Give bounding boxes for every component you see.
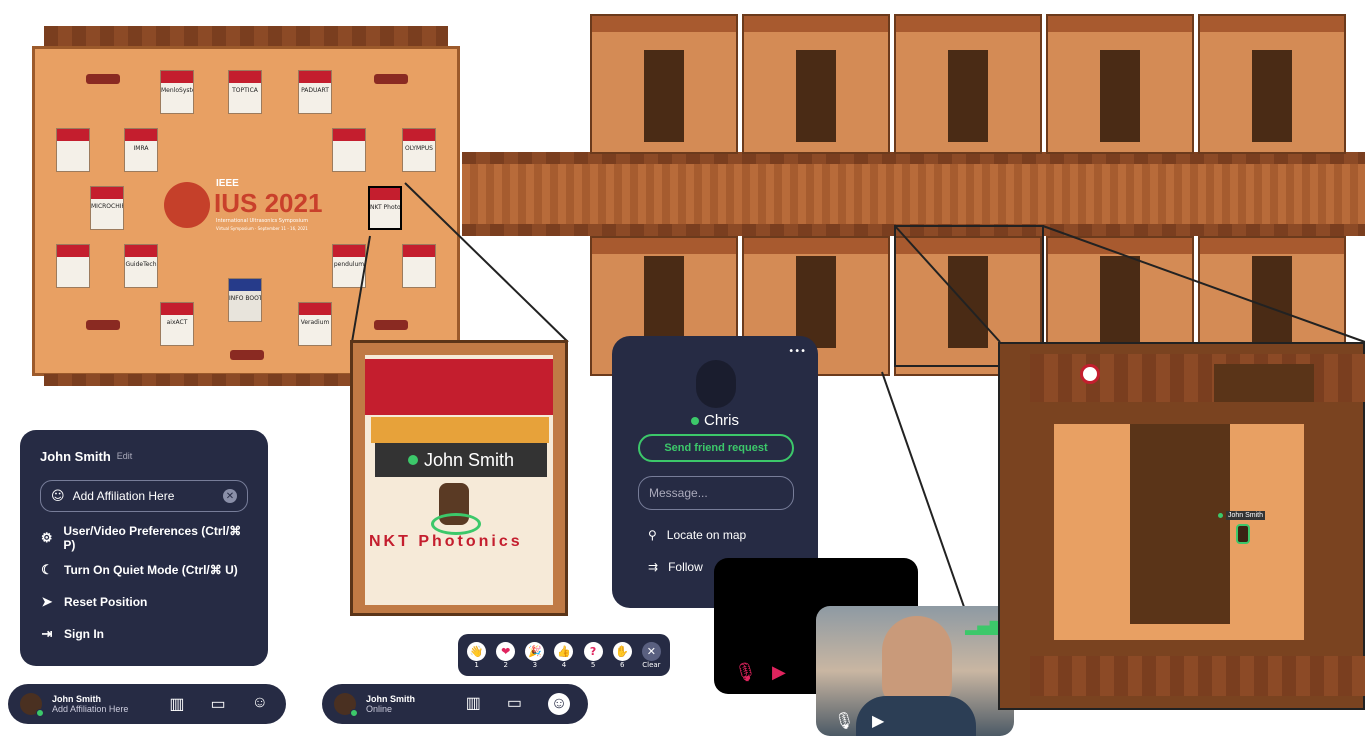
microphone-icon[interactable]: 🎙 <box>834 711 854 730</box>
emote-icon[interactable]: ☺ <box>548 693 570 715</box>
bottom-bar-profile[interactable]: John Smith Add Affiliation Here ▥ ▭ ☺ <box>8 684 286 724</box>
camera-off-icon[interactable]: ▶ <box>772 662 786 683</box>
emote-thumbs-up[interactable]: 👍 4 <box>553 641 575 669</box>
wall-clock <box>1080 364 1100 384</box>
avatar[interactable] <box>334 693 358 717</box>
booth-zoom-awning <box>371 417 549 443</box>
profile-menu-panel: John Smith Edit ☺ Add Affiliation Here ✕… <box>20 430 268 666</box>
sign-in-icon: ⇥ <box>41 626 53 641</box>
follow-button[interactable]: ⇉ Follow <box>648 560 703 574</box>
player-name-tag: John Smith <box>1218 511 1266 520</box>
gear-icon: ⚙ <box>40 530 53 545</box>
menu-item-preferences[interactable]: ⚙ User/Video Preferences (Ctrl/⌘ P) <box>40 522 248 554</box>
send-friend-request-button[interactable]: Send friend request <box>638 434 794 462</box>
emote-picker: 👋 1 ❤ 2 🎉 3 👍 4 ? 5 ✋ 6 ✕ Clear <box>458 634 670 676</box>
clear-icon[interactable]: ✕ <box>223 489 237 503</box>
booth-zoom-roof <box>365 359 553 415</box>
menu-item-sign-in[interactable]: ⇥ Sign In <box>40 618 248 650</box>
heart-icon: ❤ <box>496 641 516 661</box>
screen-share-icon[interactable]: ▭ <box>211 694 226 714</box>
emote-raise-hand[interactable]: ✋ 6 <box>611 641 633 669</box>
wave-icon: 👋 <box>467 641 487 661</box>
online-status-dot <box>407 455 418 465</box>
edit-name-link[interactable]: Edit <box>117 451 133 461</box>
player-name-label: John Smith <box>423 449 515 470</box>
player-selection-ring <box>431 513 481 535</box>
emote-clear[interactable]: ✕ Clear <box>640 641 662 669</box>
location-arrow-icon: ➤ <box>41 594 53 609</box>
locate-on-map-button[interactable]: ⚲ Locate on map <box>648 528 746 542</box>
message-input[interactable]: Message... <box>638 476 794 510</box>
booth-brand-logo: NKT Photonics <box>369 533 523 550</box>
mic-muted-icon[interactable]: 🎙 <box>734 662 757 683</box>
camera-icon[interactable]: ▶ <box>872 711 884 730</box>
signal-strength-icon: ▂▄▆ <box>965 616 1002 635</box>
screen-share-icon[interactable]: ▭ <box>507 693 522 715</box>
message-placeholder: Message... <box>649 486 708 500</box>
bar-user-status: Add Affiliation Here <box>52 703 129 714</box>
emote-heart[interactable]: ❤ 2 <box>495 641 517 669</box>
emote-question[interactable]: ? 5 <box>582 641 604 669</box>
emote-wave[interactable]: 👋 1 <box>466 641 488 669</box>
party-popper-icon: 🎉 <box>525 641 545 661</box>
webcam-person <box>882 616 952 706</box>
video-tile-self: ▂▄▆ 🎙 ▶ <box>816 606 1014 736</box>
room-zoom-view: John Smith <box>998 342 1365 710</box>
map-icon[interactable]: ▥ <box>169 694 184 714</box>
booth-zoom-view: John Smith NKT Photonics <box>350 340 568 616</box>
raised-hand-icon: ✋ <box>612 641 632 661</box>
online-status-dot <box>1218 513 1223 518</box>
player-avatar[interactable] <box>1236 524 1250 544</box>
online-status-dot <box>350 709 358 717</box>
player-nameplate: John Smith <box>375 443 547 477</box>
more-options-icon[interactable]: ••• <box>788 346 806 357</box>
menu-item-label: Turn On Quiet Mode (Ctrl/⌘ U) <box>64 563 238 577</box>
bar-user-status: Online <box>366 703 393 714</box>
room-zoom-bottom-wall <box>1030 656 1365 696</box>
bar-user-name: John Smith <box>366 693 415 704</box>
menu-item-label: Sign In <box>64 627 104 641</box>
menu-item-reset-position[interactable]: ➤ Reset Position <box>40 586 248 618</box>
question-icon: ? <box>583 641 603 661</box>
menu-item-label: User/Video Preferences (Ctrl/⌘ P) <box>63 524 242 552</box>
map-icon[interactable]: ▥ <box>466 693 481 715</box>
online-status-dot <box>36 709 44 717</box>
bar-user-name: John Smith <box>52 693 101 704</box>
menu-item-label: Reset Position <box>64 595 148 609</box>
emote-icon[interactable]: ☺ <box>252 694 268 714</box>
profile-name: John Smith <box>40 448 111 464</box>
affiliation-input[interactable]: ☺ Add Affiliation Here ✕ <box>40 480 248 512</box>
avatar <box>696 360 736 408</box>
conference-table <box>1130 424 1230 624</box>
map-pin-icon: ⚲ <box>648 528 657 542</box>
menu-item-quiet-mode[interactable]: ☾ Turn On Quiet Mode (Ctrl/⌘ U) <box>40 554 248 586</box>
moon-icon: ☾ <box>41 562 53 577</box>
affiliation-placeholder: Add Affiliation Here <box>72 489 175 503</box>
bookshelf <box>1214 364 1314 402</box>
thumbs-up-icon: 👍 <box>554 641 574 661</box>
emote-party[interactable]: 🎉 3 <box>524 641 546 669</box>
online-status-dot <box>690 416 699 425</box>
user-card-name: Chris <box>703 412 739 429</box>
avatar[interactable] <box>20 693 44 717</box>
smiley-icon: ☺ <box>51 488 65 504</box>
bottom-bar-online[interactable]: John Smith Online ▥ ▭ ☺ <box>322 684 588 724</box>
close-icon: ✕ <box>641 641 661 661</box>
follow-icon: ⇉ <box>648 560 659 574</box>
